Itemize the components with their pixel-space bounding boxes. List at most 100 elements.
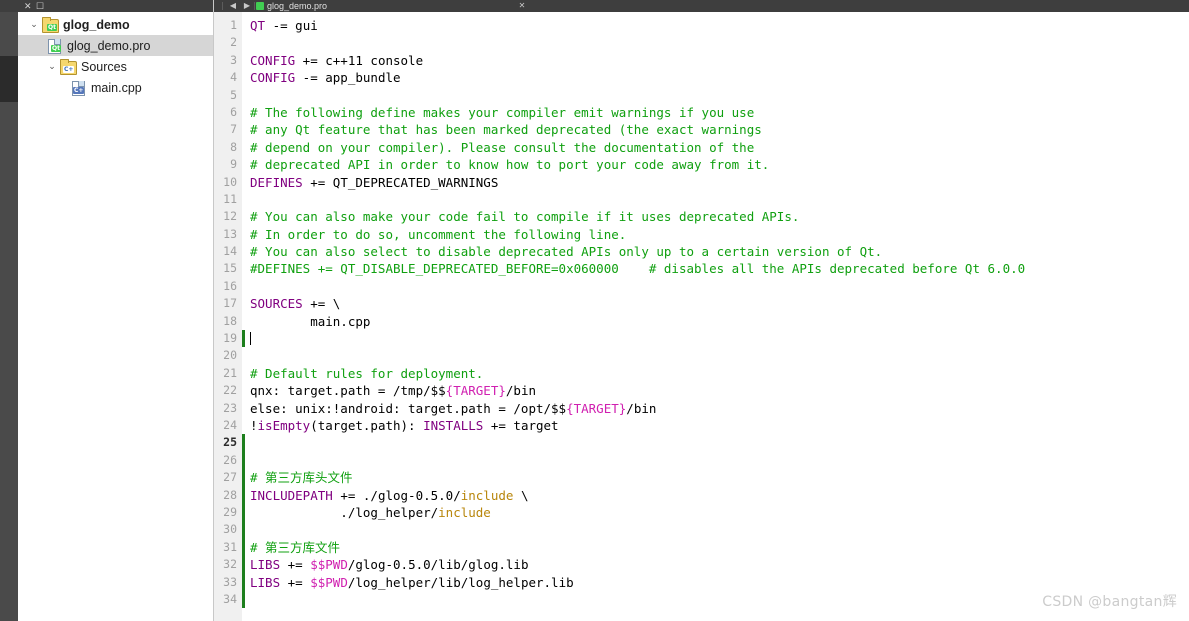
chevron-down-icon[interactable]: ⌄: [44, 62, 60, 71]
code-line[interactable]: # You can also select to disable depreca…: [250, 243, 1189, 260]
code-token: INSTALLS: [423, 417, 484, 433]
cpp-file-icon: C+: [70, 80, 86, 96]
line-number: 6: [230, 104, 237, 119]
line-number: 22: [223, 383, 237, 398]
code-token: +=: [280, 557, 311, 573]
line-number: 15: [223, 261, 237, 276]
code-line[interactable]: LIBS += $$PWD/glog-0.5.0/lib/glog.lib: [250, 556, 1189, 573]
code-token: -= gui: [265, 18, 318, 33]
line-number: 14: [223, 244, 237, 259]
code-editor[interactable]: 1 2 3 4 5 6 7 8 9 10 11 12 13 14 15 16 17 18 19 20 21 22 23 24 2…: [214, 12, 1189, 621]
code-token: else: unix:!android: target.path = /opt/…: [250, 400, 567, 416]
line-number: 33: [223, 574, 237, 589]
line-number: 18: [223, 313, 237, 328]
cpp-folder-icon: C+: [60, 59, 77, 75]
code-line[interactable]: # deprecated API in order to know how to…: [250, 156, 1189, 173]
code-line[interactable]: INCLUDEPATH += ./glog-0.5.0/include \: [250, 487, 1189, 504]
code-token: DEFINES: [250, 174, 303, 190]
activity-bar-active-segment[interactable]: [0, 56, 18, 102]
chevron-down-icon[interactable]: ⌄: [26, 20, 42, 29]
code-line[interactable]: #DEFINES += QT_DISABLE_DEPRECATED_BEFORE…: [250, 260, 1189, 277]
code-token: isEmpty: [257, 417, 311, 433]
code-token: # In order to do so, uncomment the follo…: [250, 226, 627, 242]
tree-item-sources[interactable]: ⌄ C+ Sources: [18, 56, 213, 77]
line-number: 1: [230, 18, 237, 32]
panel-header-icons[interactable]: ✕ ☐: [24, 0, 45, 12]
line-number: 24: [223, 417, 237, 432]
qt-file-icon: [256, 2, 264, 10]
editor-tabbar: ◀ ▶ glog_demo.pro ✕: [214, 0, 1189, 12]
back-icon[interactable]: ◀: [226, 0, 240, 12]
line-number: 26: [223, 452, 237, 467]
toolbar-separator: [222, 2, 223, 10]
cpp-badge: C+: [63, 66, 75, 73]
line-number: 11: [223, 191, 237, 206]
code-line[interactable]: # In order to do so, uncomment the follo…: [250, 226, 1189, 243]
code-token: += ./glog-0.5.0/: [332, 487, 461, 503]
code-line[interactable]: # 第三方库文件: [250, 539, 1189, 556]
code-line[interactable]: ./log_helper/include: [250, 504, 1189, 521]
line-number: 20: [223, 348, 237, 363]
code-line[interactable]: [250, 34, 1189, 51]
line-number: 23: [223, 400, 237, 415]
code-token: # depend on your compiler). Please consu…: [250, 139, 755, 155]
code-line[interactable]: main.cpp: [250, 313, 1189, 330]
code-line[interactable]: qnx: target.path = /tmp/$${TARGET}/bin: [250, 382, 1189, 399]
close-icon[interactable]: ✕: [515, 0, 529, 12]
code-token: += QT_DEPRECATED_WARNINGS: [302, 174, 499, 190]
line-number: 4: [230, 70, 237, 85]
tree-item-glog-demo-pro[interactable]: Qt glog_demo.pro: [18, 35, 213, 56]
line-number: 21: [223, 365, 237, 380]
code-token: # deprecated API in order to know how to…: [250, 157, 770, 173]
qt-pro-file-icon: Qt: [46, 38, 62, 54]
tree-item-label: glog_demo.pro: [67, 38, 151, 53]
tree-item-glog-demo[interactable]: ⌄ Qt glog_demo: [18, 14, 213, 35]
code-line[interactable]: # The following define makes your compil…: [250, 104, 1189, 121]
qt-creator-window: ✕ ☐ ⌄ Qt glog_demo Qt glog_demo.pro ⌄ C+…: [0, 0, 1189, 621]
code-token: \: [513, 487, 529, 503]
code-line[interactable]: # Default rules for deployment.: [250, 365, 1189, 382]
code-token: $$PWD: [310, 574, 348, 590]
code-token: # The following define makes your compil…: [250, 104, 755, 120]
editor-tab-glog-demo-pro[interactable]: glog_demo.pro: [256, 0, 327, 12]
code-line[interactable]: !isEmpty(target.path): INSTALLS += targe…: [250, 417, 1189, 434]
code-token: ./log_helper/: [250, 504, 439, 520]
project-tree-panel: ✕ ☐ ⌄ Qt glog_demo Qt glog_demo.pro ⌄ C+…: [18, 0, 214, 621]
code-token: # any Qt feature that has been marked de…: [250, 122, 762, 138]
code-token: += \: [302, 296, 341, 312]
code-line[interactable]: # You can also make your code fail to co…: [250, 208, 1189, 225]
code-line[interactable]: QT -= gui: [250, 17, 1189, 34]
code-line[interactable]: DEFINES += QT_DEPRECATED_WARNINGS: [250, 174, 1189, 191]
code-line[interactable]: # depend on your compiler). Please consu…: [250, 139, 1189, 156]
activity-bar[interactable]: [0, 0, 18, 621]
line-number: 29: [223, 504, 237, 519]
code-token: # 第三方库头文件: [250, 470, 353, 486]
code-token: {TARGET}: [566, 400, 627, 416]
code-line[interactable]: LIBS += $$PWD/log_helper/lib/log_helper.…: [250, 574, 1189, 591]
line-number: 3: [230, 52, 237, 67]
code-token: /bin: [626, 400, 657, 416]
code-line[interactable]: CONFIG += c++11 console: [250, 52, 1189, 69]
tree-item-label: main.cpp: [91, 80, 142, 95]
line-number: 17: [223, 296, 237, 311]
code-line[interactable]: [250, 521, 1189, 538]
line-number-gutter: 1 2 3 4 5 6 7 8 9 10 11 12 13 14 15 16 17 18 19 20 21 22 23 24 2…: [214, 12, 242, 621]
code-line[interactable]: [250, 191, 1189, 208]
code-line[interactable]: else: unix:!android: target.path = /opt/…: [250, 400, 1189, 417]
code-line[interactable]: [250, 434, 1189, 451]
tree-item-main-cpp[interactable]: C+ main.cpp: [18, 77, 213, 98]
code-line[interactable]: [250, 347, 1189, 364]
code-line[interactable]: # 第三方库头文件: [250, 469, 1189, 486]
code-text[interactable]: QT -= gui CONFIG += c++11 console CONFIG …: [245, 12, 1189, 621]
code-line[interactable]: [250, 278, 1189, 295]
code-line[interactable]: # any Qt feature that has been marked de…: [250, 121, 1189, 138]
qt-project-folder-icon: Qt: [42, 17, 59, 33]
code-line[interactable]: [250, 452, 1189, 469]
code-line[interactable]: SOURCES += \: [250, 295, 1189, 312]
code-token: /bin: [505, 383, 536, 399]
tree-item-label: glog_demo: [63, 17, 130, 32]
code-line[interactable]: [250, 330, 1189, 347]
forward-icon[interactable]: ▶: [240, 0, 254, 12]
code-line[interactable]: [250, 87, 1189, 104]
code-line[interactable]: CONFIG -= app_bundle: [250, 69, 1189, 86]
